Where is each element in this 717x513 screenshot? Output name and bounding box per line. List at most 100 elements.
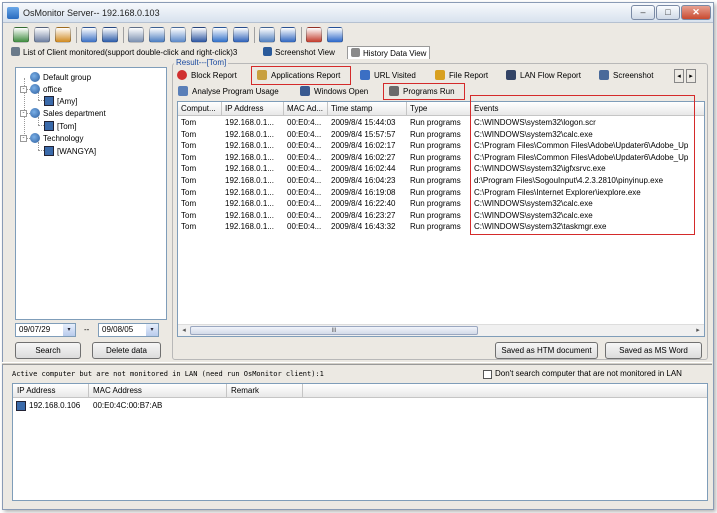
help-icon[interactable] [327, 27, 343, 43]
scroll-thumb[interactable]: III [190, 326, 478, 335]
cell-ip: 192.168.0.1... [225, 176, 274, 185]
chevron-down-icon[interactable]: ▾ [63, 324, 75, 336]
cell-ip: 192.168.0.1... [225, 199, 274, 209]
save-htm-button[interactable]: Saved as HTM document [495, 342, 598, 359]
block-icon[interactable] [102, 27, 118, 43]
screen-icon[interactable] [170, 27, 186, 43]
cell-timestamp: 2009/8/4 16:22:40 [331, 199, 396, 209]
cell-timestamp: 2009/8/4 15:57:57 [331, 129, 396, 139]
history-data-view-icon [351, 48, 360, 57]
tree-expander[interactable]: - [20, 135, 27, 142]
scroll-right-arrow[interactable]: ▸ [693, 326, 703, 336]
screenshot-tab-icon [599, 70, 609, 80]
cell-type: Run programs [410, 118, 461, 127]
column-header-ip[interactable]: IP Address [13, 384, 89, 398]
tree-item-label: Default group [43, 73, 92, 82]
tree-item-label: office [43, 85, 62, 94]
dont-search-label: Don't search computer that are not monit… [495, 369, 682, 378]
cell-type: Run programs [410, 141, 461, 151]
tree-item-wangya[interactable]: [WANGYA] [44, 146, 96, 156]
file-report-icon [435, 70, 445, 80]
column-header-ip[interactable]: IP Address [222, 102, 284, 116]
unmonitored-table[interactable]: IP Address MAC Address Remark 192.168.0.… [12, 383, 708, 501]
pause-icon[interactable] [191, 27, 207, 43]
monitor-icon[interactable] [128, 27, 144, 43]
column-header-computer[interactable]: Comput... [178, 102, 222, 116]
minimize-button[interactable]: – [631, 5, 655, 20]
power-icon[interactable] [233, 27, 249, 43]
network-icon[interactable] [149, 27, 165, 43]
cell-computer: Tom [181, 176, 197, 185]
dont-search-checkbox[interactable] [483, 370, 492, 379]
chevron-down-icon[interactable]: ▾ [146, 324, 158, 336]
cell-mac: 00:E0:4... [287, 152, 322, 162]
date-to-select[interactable]: 09/08/05 ▾ [98, 323, 159, 337]
horizontal-scrollbar[interactable]: ◂ III ▸ [178, 324, 704, 336]
tree-item-amy[interactable]: [Amy] [44, 96, 77, 106]
report-icon[interactable] [259, 27, 275, 43]
block-report-icon [177, 70, 187, 80]
date-from-select[interactable]: 09/07/29 ▾ [15, 323, 76, 337]
date-to-value: 09/08/05 [102, 325, 134, 334]
panel-splitter[interactable] [2, 362, 712, 365]
tab-analyse-program-usage[interactable]: Analyse Program Usage [178, 85, 279, 99]
save-word-button[interactable]: Saved as MS Word [605, 342, 702, 359]
cell-mac: 00:E0:4... [287, 199, 322, 209]
url-visited-icon [360, 70, 370, 80]
tab-screenshot[interactable]: Screenshot [599, 69, 653, 83]
group-icon [30, 72, 40, 82]
flag-icon[interactable] [306, 27, 322, 43]
cell-mac: 00:E0:4... [287, 118, 322, 127]
tree-expander[interactable]: - [20, 110, 27, 117]
tab-windows-open[interactable]: Windows Open [300, 85, 368, 99]
column-header-mac[interactable]: MAC Address [89, 384, 227, 398]
maximize-button[interactable]: □ [656, 5, 680, 20]
tree-item-office[interactable]: office [30, 84, 62, 94]
cell-timestamp: 2009/8/4 16:43:32 [331, 222, 396, 232]
tab-lan-flow-report[interactable]: LAN Flow Report [506, 69, 581, 83]
lock-icon[interactable] [280, 27, 296, 43]
cell-ip: 192.168.0.1... [225, 210, 274, 220]
unmonitored-label: Active computer but are not monitored in… [12, 370, 324, 378]
tab-screenshot-view[interactable]: Screenshot View [263, 46, 335, 59]
tree-item-technology[interactable]: Technology [30, 133, 83, 143]
scroll-left-arrow[interactable]: ◂ [179, 326, 189, 336]
tab-label: LAN Flow Report [520, 71, 581, 80]
tabs-scroll-right[interactable]: ▸ [686, 69, 696, 83]
column-header-mac[interactable]: MAC Ad... [284, 102, 328, 116]
refresh-icon[interactable] [81, 27, 97, 43]
tree-connector [38, 117, 39, 125]
tree-expander[interactable]: - [20, 86, 27, 93]
column-header-remark[interactable]: Remark [227, 384, 303, 398]
title-bar[interactable]: OsMonitor Server-- 192.168.0.103 – □ ✕ [3, 3, 713, 23]
group-icon [30, 84, 40, 94]
tab-block-report[interactable]: Block Report [177, 69, 237, 83]
close-button[interactable]: ✕ [681, 5, 711, 20]
delete-data-button[interactable]: Delete data [92, 342, 161, 359]
search-button[interactable]: Search [15, 342, 81, 359]
tab-url-visited[interactable]: URL Visited [360, 69, 416, 83]
cell-mac: 00:E0:4... [287, 141, 322, 151]
computer-icon [44, 146, 54, 156]
column-header-type[interactable]: Type [407, 102, 471, 116]
tree-item-default-group[interactable]: Default group [30, 72, 91, 82]
tabs-scroll-left[interactable]: ◂ [674, 69, 684, 83]
cell-computer: Tom [181, 152, 197, 162]
users-icon[interactable] [55, 27, 71, 43]
tab-file-report[interactable]: File Report [435, 69, 488, 83]
cell-ip: 192.168.0.1... [225, 118, 274, 127]
cell-timestamp: 2009/8/4 16:02:44 [331, 164, 396, 174]
tree-item-tom[interactable]: [Tom] [44, 121, 77, 131]
group-tree[interactable]: Default group - office [Amy] - Sales dep… [15, 67, 167, 320]
cell-timestamp: 2009/8/4 16:02:27 [331, 152, 396, 162]
analyse-program-icon [178, 86, 188, 96]
tab-history-data-view[interactable]: History Data View [347, 46, 431, 59]
tab-label: URL Visited [374, 71, 416, 80]
cell-mac: 00:E0:4... [287, 176, 322, 185]
connect-icon[interactable] [13, 27, 29, 43]
column-header-timestamp[interactable]: Time stamp [328, 102, 407, 116]
settings-icon[interactable] [34, 27, 50, 43]
globe-icon[interactable] [212, 27, 228, 43]
tree-item-sales-department[interactable]: Sales department [30, 108, 106, 118]
cell-ip: 192.168.0.1... [225, 152, 274, 162]
